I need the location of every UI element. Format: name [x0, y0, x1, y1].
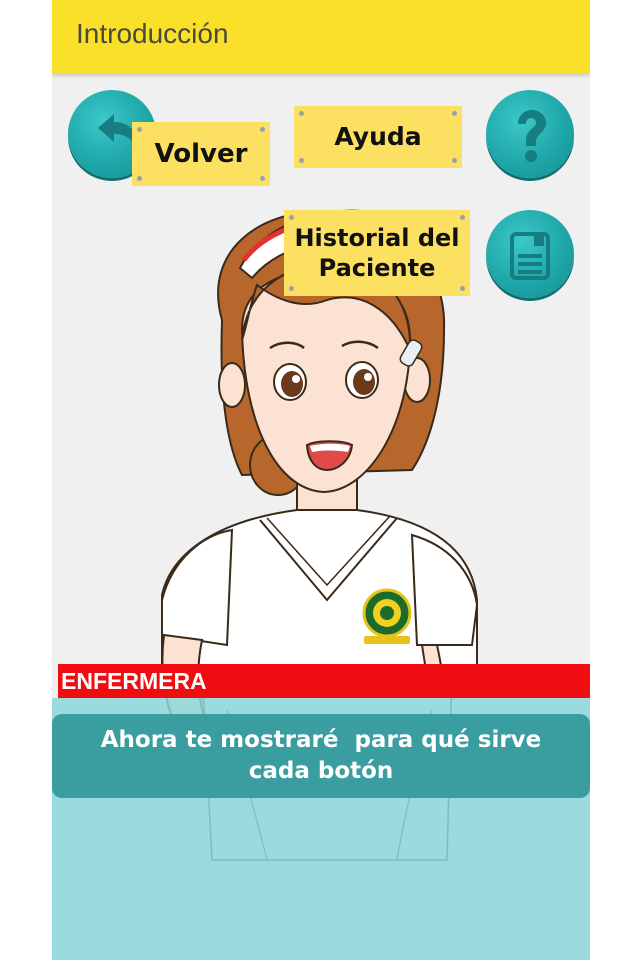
app-bar: Introducción — [52, 0, 590, 74]
history-label-note: Historial del Paciente — [284, 210, 470, 296]
help-label-note: Ayuda — [294, 106, 462, 168]
history-label-line2: Paciente — [318, 254, 436, 282]
speaker-name-bar: ENFERMERA — [58, 664, 590, 698]
page-title: Introducción — [76, 18, 229, 49]
patient-history-button[interactable] — [486, 210, 574, 298]
back-label-note: Volver — [132, 122, 270, 186]
dialog-line-2: cada botón — [248, 758, 394, 784]
help-label: Ayuda — [334, 122, 422, 152]
help-button[interactable] — [486, 90, 574, 178]
back-label: Volver — [154, 138, 248, 169]
dialog-line-1: Ahora te mostraré para qué sirve — [100, 726, 542, 753]
phone-screen: Introducción Volver Ayuda Historial del … — [52, 0, 590, 960]
speaker-name: ENFERMERA — [61, 668, 207, 694]
question-mark-icon — [518, 110, 546, 162]
dialog-text-box[interactable]: Ahora te mostraré para qué sirve cada bo… — [52, 714, 590, 798]
clipboard-icon — [510, 232, 550, 280]
history-label-line1: Historial del — [294, 224, 460, 252]
